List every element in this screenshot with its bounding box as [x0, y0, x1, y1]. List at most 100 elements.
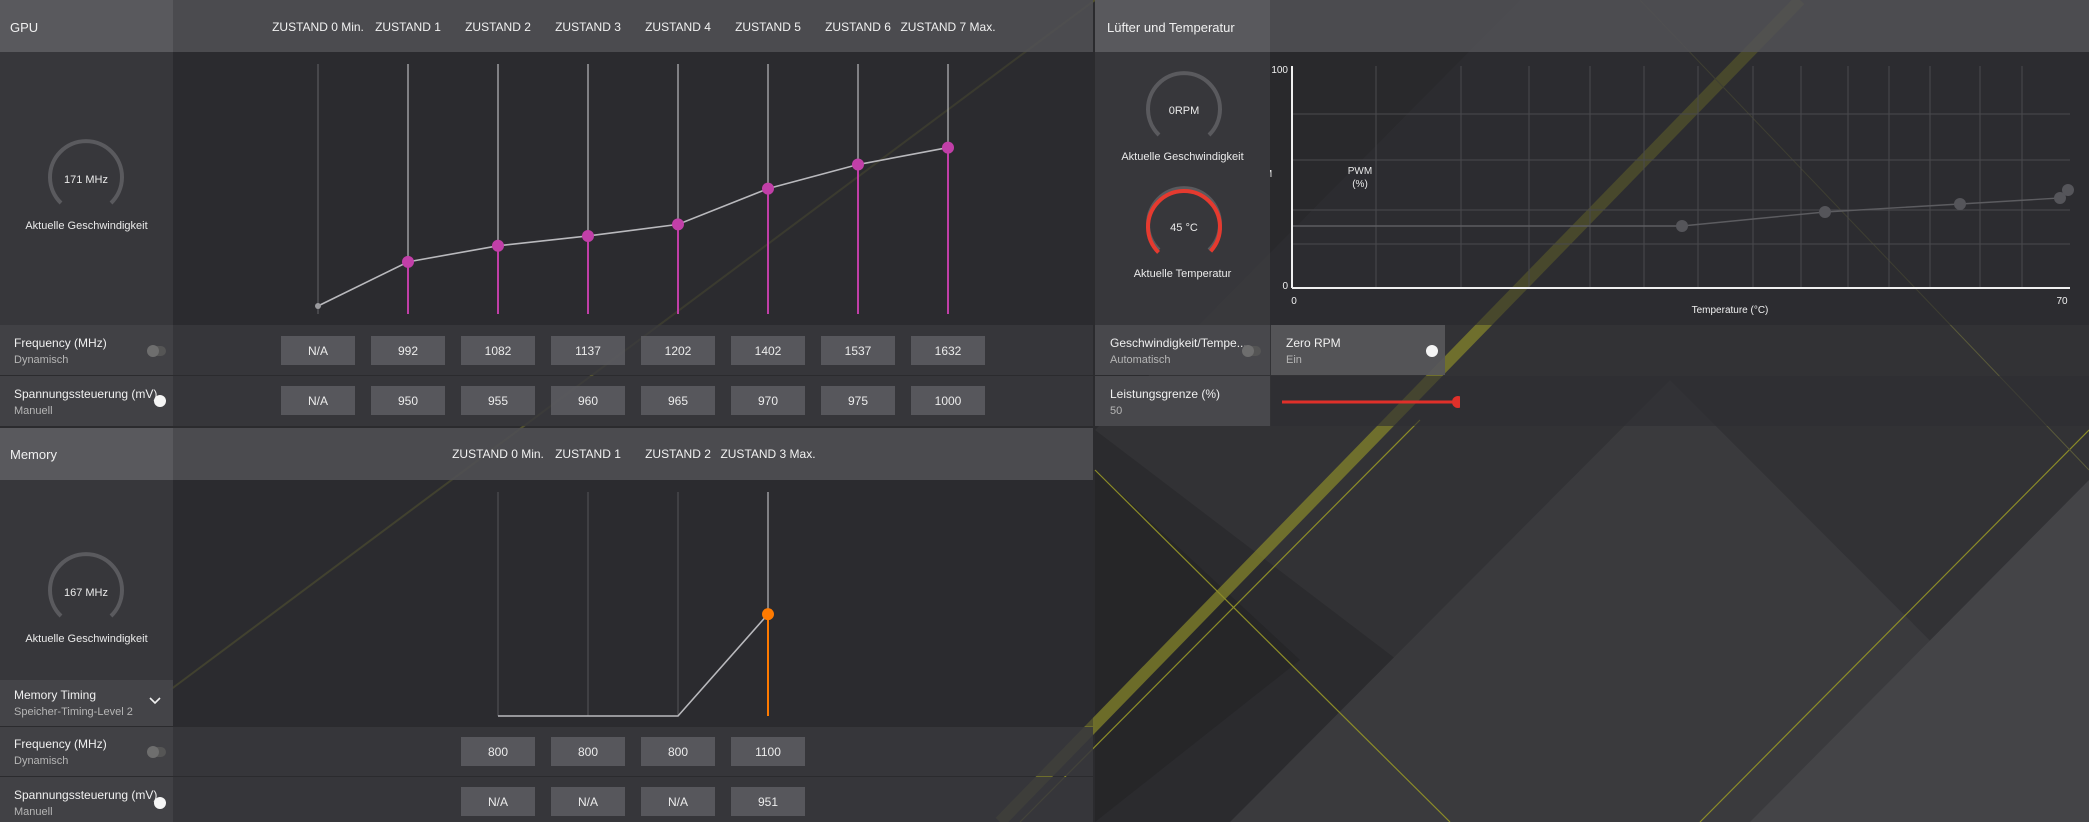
- gpu-frequency-mode: Dynamisch: [14, 354, 69, 366]
- memory-timing-value: Speicher-Timing-Level 2: [14, 706, 133, 718]
- memory-timing-title: Memory Timing: [14, 688, 97, 702]
- memory-frequency-input[interactable]: 1100: [731, 737, 805, 766]
- fan-rpm-label: Aktuelle Geschwindigkeit: [1121, 151, 1244, 163]
- gpu-voltage-mode: Manuell: [14, 405, 53, 417]
- memory-voltage-input[interactable]: N/A: [551, 787, 625, 816]
- gpu-voltage-input[interactable]: 965: [641, 386, 715, 415]
- gpu-voltage-input[interactable]: 955: [461, 386, 535, 415]
- gpu-state-label: ZUSTAND 6: [825, 20, 891, 34]
- zero-rpm-row: [1271, 325, 1445, 375]
- gpu-frequency-toggle[interactable]: [147, 345, 166, 357]
- gpu-frequency-input[interactable]: 992: [371, 336, 445, 365]
- memory-curve-line: [498, 613, 769, 717]
- memory-title: Memory: [10, 447, 57, 462]
- fan-chart-x-max: 70: [2056, 296, 2068, 307]
- gpu-curve-point[interactable]: [672, 218, 684, 231]
- gpu-frequency-title: Frequency (MHz): [14, 336, 107, 350]
- gpu-curve-point[interactable]: [582, 229, 594, 242]
- gpu-frequency-input[interactable]: 1537: [821, 336, 895, 365]
- gpu-voltage-input[interactable]: 975: [821, 386, 895, 415]
- gpu-curve-point[interactable]: [492, 239, 504, 252]
- gpu-state-label: ZUSTAND 7 Max.: [900, 20, 996, 34]
- memory-voltage-mode: Manuell: [14, 806, 53, 818]
- memory-state-label: ZUSTAND 0 Min.: [452, 447, 544, 461]
- gpu-gauge-label: Aktuelle Geschwindigkeit: [25, 220, 148, 232]
- gpu-frequency-input[interactable]: 1202: [641, 336, 715, 365]
- memory-frequency-input[interactable]: 800: [461, 737, 535, 766]
- fan-speed-temp-title: Geschwindigkeit/Tempe...: [1110, 336, 1247, 350]
- gpu-frequency-input[interactable]: 1632: [911, 336, 985, 365]
- fan-curve-chart[interactable]: 100 0 0 70 PWM (%) Temperature (°C): [1270, 52, 2089, 325]
- gpu-frequency-input[interactable]: N/A: [281, 336, 355, 365]
- gpu-curve-point: [315, 303, 321, 309]
- memory-voltage-title: Spannungssteuerung (mV): [14, 788, 158, 802]
- fan-speed-temp-mode: Automatisch: [1110, 354, 1171, 366]
- fan-chart-ylabel: PWM: [1270, 169, 1272, 180]
- gpu-voltage-title: Spannungssteuerung (mV): [14, 387, 158, 401]
- fan-chart-ylabel-left: PWM: [1347, 166, 1373, 177]
- power-limit-value: 50: [1110, 405, 1123, 417]
- gpu-voltage-input[interactable]: 970: [731, 386, 805, 415]
- zero-rpm-toggle[interactable]: [1426, 345, 1438, 357]
- gpu-frequency-input[interactable]: 1402: [731, 336, 805, 365]
- gpu-state-label: ZUSTAND 1: [375, 20, 441, 34]
- gpu-frequency-chart: [315, 64, 954, 314]
- memory-frequency-input[interactable]: 800: [641, 737, 715, 766]
- gpu-curve-point[interactable]: [942, 141, 954, 154]
- gpu-title: GPU: [10, 20, 39, 35]
- gpu-voltage-input[interactable]: 960: [551, 386, 625, 415]
- fan-curve-point[interactable]: [1819, 206, 1831, 218]
- chevron-down-icon[interactable]: [148, 696, 162, 706]
- fan-speed-temp-toggle[interactable]: [1242, 345, 1261, 357]
- memory-state-label: ZUSTAND 2: [645, 447, 711, 461]
- zero-rpm-title: Zero RPM: [1286, 336, 1341, 350]
- memory-frequency-title: Frequency (MHz): [14, 737, 107, 751]
- gpu-voltage-input[interactable]: N/A: [281, 386, 355, 415]
- gpu-gauge-value: 171 MHz: [63, 174, 109, 186]
- power-limit-slider-thumb[interactable]: [1452, 396, 1460, 408]
- memory-curve-point[interactable]: [762, 608, 774, 621]
- fan-chart-y-min: 0: [1282, 281, 1288, 292]
- gpu-state-label: ZUSTAND 4: [645, 20, 711, 34]
- gpu-state-label: ZUSTAND 3: [555, 20, 621, 34]
- memory-gauge-value: 167 MHz: [63, 587, 109, 599]
- gpu-curve-point[interactable]: [402, 255, 414, 268]
- memory-voltage-input[interactable]: N/A: [641, 787, 715, 816]
- gpu-curve-line: [317, 146, 949, 307]
- memory-voltage-input[interactable]: N/A: [461, 787, 535, 816]
- zero-rpm-state: Ein: [1286, 354, 1302, 366]
- gpu-state-label: ZUSTAND 5: [735, 20, 801, 34]
- gpu-curve-point[interactable]: [762, 182, 774, 195]
- memory-frequency-mode: Dynamisch: [14, 755, 69, 767]
- fan-curve-point[interactable]: [1954, 198, 1966, 210]
- memory-voltage-toggle[interactable]: [154, 797, 166, 809]
- power-limit-row: [1095, 376, 1270, 426]
- fan-curve-point[interactable]: [1676, 220, 1688, 232]
- gpu-frequency-input[interactable]: 1082: [461, 336, 535, 365]
- fan-curve-point[interactable]: [2062, 184, 2074, 196]
- temperature-value: 45 °C: [1170, 222, 1198, 234]
- memory-frequency-chart: [497, 492, 774, 717]
- gpu-state-label: ZUSTAND 2: [465, 20, 531, 34]
- memory-gauge-label: Aktuelle Geschwindigkeit: [25, 633, 148, 645]
- gpu-voltage-toggle[interactable]: [154, 395, 166, 407]
- gpu-curve-point[interactable]: [852, 158, 864, 171]
- gpu-voltage-label-cell: [0, 376, 173, 426]
- gpu-voltage-input[interactable]: 950: [371, 386, 445, 415]
- power-limit-slider[interactable]: [1280, 392, 1460, 412]
- fan-chart-ylabel-unit-left: (%): [1352, 179, 1368, 190]
- fan-rpm-value: 0RPM: [1168, 105, 1200, 117]
- temperature-label: Aktuelle Temperatur: [1133, 268, 1232, 280]
- memory-state-label: ZUSTAND 1: [555, 447, 621, 461]
- memory-frequency-input[interactable]: 800: [551, 737, 625, 766]
- gpu-frequency-input[interactable]: 1137: [551, 336, 625, 365]
- gpu-voltage-input[interactable]: 1000: [911, 386, 985, 415]
- fan-chart-y-max: 100: [1271, 65, 1288, 76]
- fan-title: Lüfter und Temperatur: [1107, 20, 1235, 35]
- gpu-state-label: ZUSTAND 0 Min.: [272, 20, 364, 34]
- fan-chart-x-min: 0: [1291, 296, 1297, 307]
- memory-frequency-toggle[interactable]: [147, 746, 166, 758]
- memory-voltage-input[interactable]: 951: [731, 787, 805, 816]
- fan-chart-xlabel: Temperature (°C): [1692, 305, 1769, 316]
- power-limit-title: Leistungsgrenze (%): [1110, 387, 1221, 401]
